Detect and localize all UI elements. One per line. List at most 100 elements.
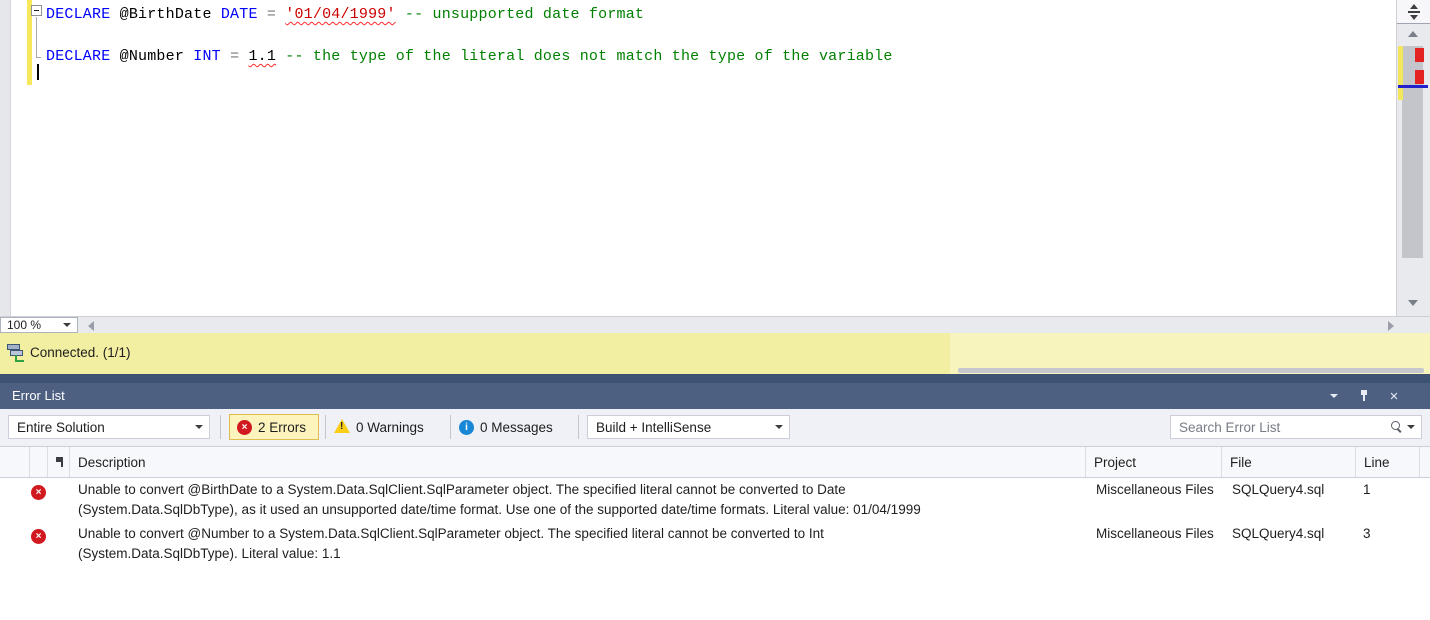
search-icon[interactable] <box>1389 419 1405 435</box>
status-bar-strip <box>958 368 1424 373</box>
toolbar-separator <box>220 415 221 439</box>
file-cell: SQLQuery4.sql <box>1232 482 1325 497</box>
fold-guide-tick <box>36 57 41 58</box>
description-column-header[interactable]: Description <box>70 447 1086 477</box>
description-line: (System.Data.SqlDbType), as it used an u… <box>78 502 921 517</box>
connection-status-text: Connected. (1/1) <box>30 345 131 360</box>
error-circle-icon: × <box>31 529 46 544</box>
scroll-up-icon[interactable] <box>1408 31 1418 37</box>
messages-filter-button[interactable]: i 0 Messages <box>459 414 553 440</box>
chevron-down-icon <box>63 323 71 327</box>
error-rows: × Unable to convert @BirthDate to a Syste… <box>0 478 1430 566</box>
breakpoint-gutter[interactable] <box>0 0 11 316</box>
severity-cell: × <box>0 478 70 501</box>
category-column-icon <box>55 457 63 467</box>
chevron-down-icon[interactable] <box>1407 425 1415 429</box>
source-filter-value: Build + IntelliSense <box>596 419 712 435</box>
messages-count-label: 0 Messages <box>480 419 553 435</box>
code-token: DECLARE <box>46 48 120 65</box>
description-cell[interactable]: Unable to convert @BirthDate to a System… <box>70 478 1086 520</box>
error-list-column-headers: Description Project File Line <box>0 446 1430 478</box>
warnings-filter-button[interactable]: 0 Warnings <box>334 414 424 440</box>
scroll-down-icon[interactable] <box>1408 300 1418 306</box>
scroll-right-icon[interactable] <box>1388 321 1394 331</box>
scrollbar-caret-annotation <box>1398 85 1428 88</box>
editor-zoom-select[interactable]: 100 % <box>0 317 78 333</box>
panel-title: Error List <box>12 388 65 403</box>
scrollbar-error-annotation <box>1415 70 1424 84</box>
chevron-down-icon <box>775 425 783 429</box>
spacer-column-header <box>30 447 48 477</box>
description-cell[interactable]: Unable to convert @Number to a System.Da… <box>70 522 1086 564</box>
description-line: Unable to convert @BirthDate to a System… <box>78 482 846 497</box>
error-row[interactable]: × Unable to convert @Number to a System.D… <box>0 522 1430 566</box>
source-filter-select[interactable]: Build + IntelliSense <box>587 415 790 439</box>
fold-guide-line <box>36 17 37 58</box>
scope-filter-value: Entire Solution <box>17 419 105 435</box>
search-error-list-box[interactable] <box>1170 415 1422 439</box>
severity-cell: × <box>0 522 70 545</box>
errors-count-label: 2 Errors <box>258 419 307 435</box>
scope-filter-select[interactable]: Entire Solution <box>8 415 210 439</box>
text-caret <box>37 64 39 80</box>
splitter-handle-icon[interactable] <box>1397 0 1430 24</box>
code-line[interactable]: DECLARE @BirthDate DATE = '01/04/1999' -… <box>46 4 893 25</box>
chevron-down-icon <box>195 425 203 429</box>
database-connected-icon <box>7 344 25 362</box>
line-cell: 1 <box>1363 482 1371 497</box>
error-circle-icon: × <box>237 419 252 435</box>
code-lines[interactable]: DECLARE @BirthDate DATE = '01/04/1999' -… <box>46 4 893 88</box>
error-row[interactable]: × Unable to convert @BirthDate to a Syste… <box>0 478 1430 522</box>
project-column-header[interactable]: Project <box>1086 447 1222 477</box>
code-token: = <box>266 6 286 23</box>
connection-status-bar: Connected. (1/1) <box>0 333 1430 374</box>
code-line[interactable] <box>46 67 893 88</box>
sql-editor[interactable]: DECLARE @BirthDate DATE = '01/04/1999' -… <box>0 0 1430 316</box>
filler-column-header <box>1420 447 1430 477</box>
line-cell: 3 <box>1363 526 1371 541</box>
close-icon[interactable]: × <box>1386 383 1402 409</box>
line-column-header[interactable]: Line <box>1356 447 1420 477</box>
severity-column-header[interactable] <box>0 447 30 477</box>
zoom-level-value: 100 % <box>7 318 42 332</box>
errors-filter-button[interactable]: × 2 Errors <box>229 414 319 440</box>
code-token: @Number <box>119 48 194 65</box>
toolbar-separator <box>450 415 451 439</box>
search-input[interactable] <box>1171 419 1389 435</box>
code-token: DATE <box>220 6 267 23</box>
code-token: @BirthDate <box>119 6 221 23</box>
description-line: Unable to convert @Number to a System.Da… <box>78 526 824 541</box>
file-column-header[interactable]: File <box>1222 447 1356 477</box>
code-token: = <box>230 48 249 65</box>
info-circle-icon: i <box>459 419 474 435</box>
category-column-header[interactable] <box>48 447 70 477</box>
pin-icon[interactable] <box>1356 383 1372 409</box>
file-cell: SQLQuery4.sql <box>1232 526 1325 541</box>
project-cell: Miscellaneous Files <box>1096 482 1214 497</box>
toolbar-separator <box>325 415 326 439</box>
collapse-region-icon[interactable] <box>31 5 42 16</box>
warning-triangle-icon <box>334 418 350 433</box>
code-token: -- unsupported date format <box>404 6 645 23</box>
scroll-left-icon[interactable] <box>88 321 94 331</box>
error-circle-icon: × <box>31 485 46 500</box>
description-line: (System.Data.SqlDbType). Literal value: … <box>78 546 341 561</box>
vertical-scrollbar[interactable] <box>1396 0 1430 316</box>
error-list-toolbar: Entire Solution × 2 Errors 0 Warnings i … <box>0 409 1430 446</box>
horizontal-scrollbar[interactable]: 100 % <box>0 316 1430 333</box>
window-position-icon[interactable] <box>1326 383 1342 409</box>
code-token: INT <box>193 48 231 65</box>
error-list-title-bar[interactable]: Error List × <box>0 383 1430 409</box>
code-token: '01/04/1999' <box>285 6 396 23</box>
code-line[interactable]: DECLARE @Number INT = 1.1 -- the type of… <box>46 46 893 67</box>
warnings-count-label: 0 Warnings <box>356 419 424 435</box>
scrollbar-error-annotation <box>1415 48 1424 62</box>
code-line[interactable] <box>46 25 893 46</box>
scrollbar-change-annotation <box>1398 46 1403 100</box>
toolbar-separator <box>578 415 579 439</box>
code-token: 1.1 <box>248 48 277 65</box>
code-token: -- the type of the literal does not matc… <box>285 48 893 65</box>
project-cell: Miscellaneous Files <box>1096 526 1214 541</box>
